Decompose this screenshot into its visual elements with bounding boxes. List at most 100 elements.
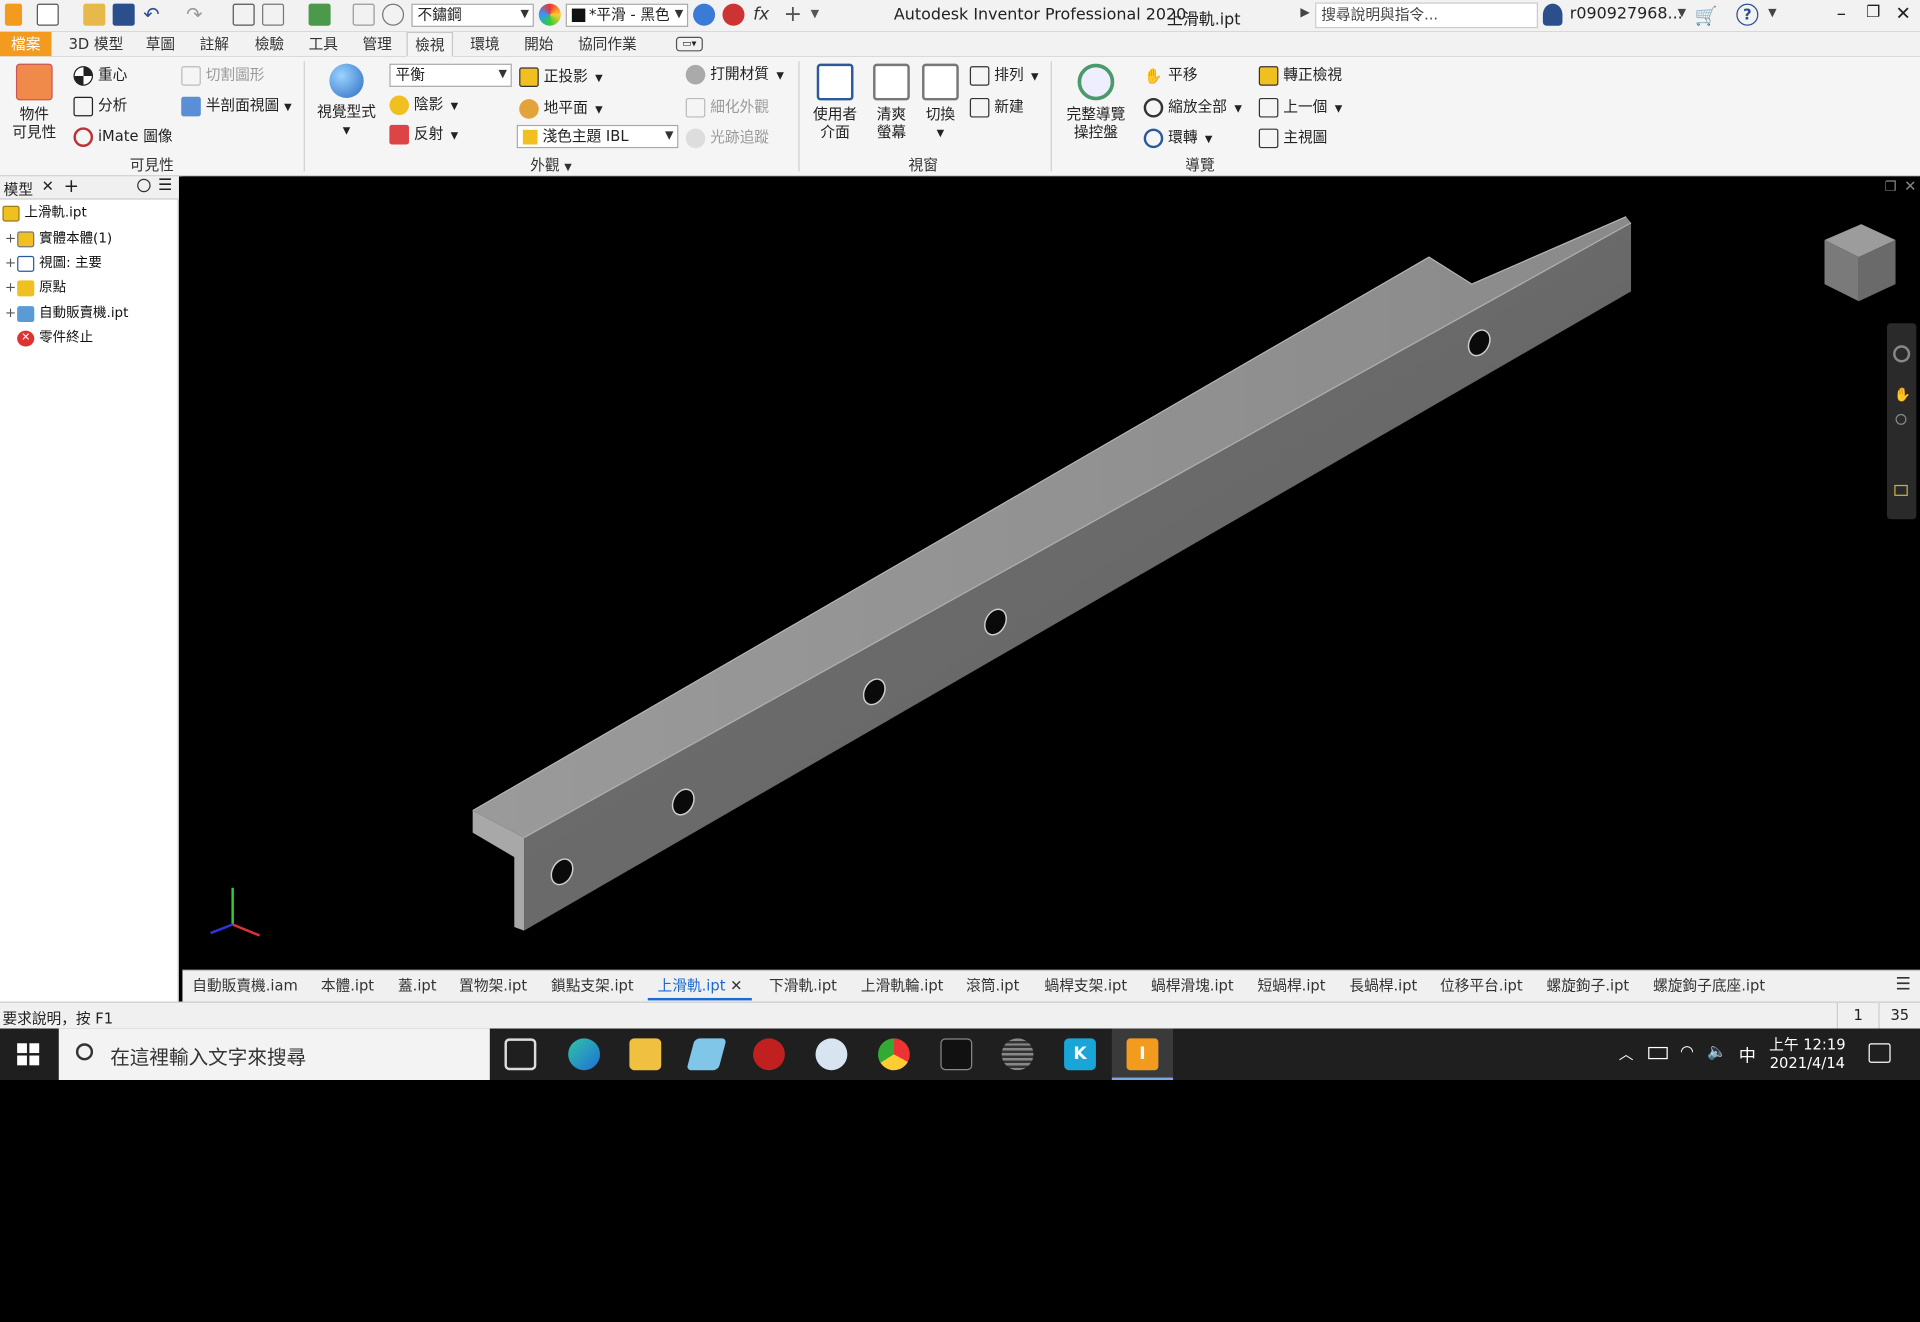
view-cube[interactable] xyxy=(1824,224,1896,302)
app-fan-icon[interactable] xyxy=(815,1038,848,1071)
tab-environments[interactable]: 環境 xyxy=(463,32,507,56)
search-icon[interactable] xyxy=(137,178,151,193)
edge-browser-icon[interactable] xyxy=(568,1038,601,1071)
center-of-gravity-button[interactable]: 重心 xyxy=(73,65,127,86)
tab-tools[interactable]: 工具 xyxy=(301,32,345,56)
tree-item-solid-bodies[interactable]: + 實體本體(1) xyxy=(5,228,112,250)
cart-icon[interactable]: 🛒 xyxy=(1695,5,1718,27)
ime-indicator[interactable]: 中 xyxy=(1739,1043,1756,1067)
tray-chevron-icon[interactable]: ︿ xyxy=(1619,1043,1634,1064)
windows-start-icon[interactable] xyxy=(17,1043,40,1066)
new-window-button[interactable]: 新建 xyxy=(969,97,1024,117)
lighting-style-select[interactable]: 淺色主題 IBL ▼ xyxy=(516,124,679,149)
taskbar-search-input[interactable]: 在這裡輸入文字來搜尋 xyxy=(58,1028,490,1081)
user-interface-button[interactable]: 使用者 介面 xyxy=(808,63,862,142)
clock[interactable]: 上午 12:19 2021/4/14 xyxy=(1768,1033,1846,1072)
app-k-icon[interactable]: K xyxy=(1064,1038,1096,1071)
user-dropdown-icon[interactable]: ▼ xyxy=(1678,7,1686,19)
doc-tab[interactable]: 長蝸桿.ipt xyxy=(1349,973,1417,1000)
tab-annotate[interactable]: 註解 xyxy=(192,32,236,56)
redo-icon[interactable]: ↷ xyxy=(186,3,208,26)
user-name[interactable]: r090927968... xyxy=(1570,5,1683,23)
app-icon[interactable] xyxy=(686,1038,727,1071)
tab-sketch[interactable]: 草圖 xyxy=(138,32,182,56)
look-at-nav-icon[interactable] xyxy=(1894,484,1908,496)
texture-on-button[interactable]: 打開材質 ▼ xyxy=(685,64,784,86)
tab-collaborate[interactable]: 協同作業 xyxy=(571,32,644,56)
pan-button[interactable]: ✋ 平移 xyxy=(1144,65,1197,85)
zoom-nav-icon[interactable] xyxy=(1895,413,1907,425)
look-at-button[interactable]: 轉正檢視 xyxy=(1258,65,1342,86)
globe-icon[interactable] xyxy=(382,3,405,26)
ribbon-display-icon[interactable]: ▭▾ xyxy=(675,36,703,52)
appearance-select[interactable]: *平滑 - 黑色 ▼ xyxy=(565,3,689,27)
doc-tab[interactable]: 自動販賣機.iam xyxy=(192,973,298,1000)
part-model[interactable] xyxy=(182,176,1920,969)
home-icon[interactable] xyxy=(232,3,255,26)
analysis-button[interactable]: 分析 xyxy=(73,96,127,116)
doc-tab[interactable]: 本體.ipt xyxy=(321,973,374,1000)
save-icon[interactable] xyxy=(112,3,135,26)
orbit-button[interactable]: 環轉 ▼ xyxy=(1143,127,1212,149)
adjust-appearance-icon[interactable] xyxy=(693,3,716,26)
file-explorer-icon[interactable] xyxy=(629,1038,662,1071)
plus-icon[interactable]: + xyxy=(784,3,806,26)
browser-title[interactable]: 模型 xyxy=(4,179,33,200)
help-search-input[interactable]: 搜尋說明與指令... xyxy=(1315,2,1538,29)
viewport-close-icon[interactable]: ✕ xyxy=(1904,178,1916,195)
switch-button[interactable]: 切換 ▼ xyxy=(918,63,962,142)
app-sphere-icon[interactable] xyxy=(1001,1038,1034,1071)
tree-item-origin[interactable]: + 原點 xyxy=(5,277,66,299)
full-navigation-wheel-button[interactable]: 完整導覽 操控盤 xyxy=(1060,63,1131,142)
home-view-button[interactable]: 主視圖 xyxy=(1258,127,1327,148)
help-dropdown-icon[interactable]: ▼ xyxy=(1768,7,1776,19)
doc-tab-active[interactable]: 上滑軌.ipt ✕ xyxy=(647,973,753,1001)
object-visibility-button[interactable]: 物件 可見性 xyxy=(7,63,61,142)
parameters-icon[interactable]: fx xyxy=(753,4,775,26)
zoom-all-button[interactable]: 縮放全部 ▼ xyxy=(1143,97,1242,119)
doc-tab[interactable]: 滾筒.ipt xyxy=(966,973,1019,1000)
doc-tab[interactable]: 鎖點支架.ipt xyxy=(551,973,634,1000)
taskbar-inventor-active[interactable]: I xyxy=(1111,1028,1174,1081)
app-red-icon[interactable] xyxy=(753,1038,785,1071)
imate-glyph-button[interactable]: iMate 圖像 xyxy=(73,126,173,147)
material-select[interactable]: 不鏽鋼 ▼ xyxy=(411,3,534,27)
arrange-button[interactable]: 排列 ▼ xyxy=(969,65,1039,87)
user-icon[interactable] xyxy=(1542,3,1563,26)
pan-icon[interactable]: ✋ xyxy=(1894,387,1911,403)
help-icon[interactable]: ? xyxy=(1736,3,1759,26)
doc-tab[interactable]: 置物架.ipt xyxy=(459,973,527,1000)
return-icon[interactable] xyxy=(262,3,285,26)
color-wheel-icon[interactable] xyxy=(538,3,561,26)
graphics-viewport[interactable]: ❐ ✕ ✋ xyxy=(182,176,1920,970)
refine-appearance-button[interactable]: 細化外觀 xyxy=(685,97,769,117)
orthographic-button[interactable]: 正投影 ▼ xyxy=(519,66,603,88)
tab-file[interactable]: 檔案 xyxy=(0,31,52,57)
close-icon[interactable]: ✕ xyxy=(1896,2,1911,24)
doc-tab[interactable]: 蝸桿支架.ipt xyxy=(1044,973,1127,1000)
previous-view-button[interactable]: 上一個 ▼ xyxy=(1258,97,1342,119)
menu-icon[interactable]: ☰ xyxy=(158,176,172,194)
doc-tab[interactable]: 短蝸桿.ipt xyxy=(1258,973,1326,1000)
notification-icon[interactable] xyxy=(1868,1043,1891,1063)
tree-item-derived[interactable]: + 自動販賣機.ipt xyxy=(5,302,128,324)
terminal-icon[interactable] xyxy=(940,1038,973,1071)
shadows-button[interactable]: 陰影 ▼ xyxy=(389,94,458,116)
doc-tab[interactable]: 上滑軌輪.ipt xyxy=(861,973,944,1000)
inventor-app-icon[interactable] xyxy=(4,3,23,26)
appearance-group-label[interactable]: 外觀 ▼ xyxy=(514,154,587,175)
tree-item-view[interactable]: + 視圖: 主要 xyxy=(5,252,102,274)
chevron-right-icon[interactable]: ▶ xyxy=(1300,6,1309,19)
wifi-icon[interactable]: ◠ xyxy=(1680,1043,1694,1061)
minimize-icon[interactable]: – xyxy=(1837,2,1846,24)
doc-tab[interactable]: 位移平台.ipt xyxy=(1440,973,1523,1000)
ground-plane-button[interactable]: 地平面 ▼ xyxy=(519,98,603,120)
doc-tab[interactable]: 螺旋鉤子.ipt xyxy=(1547,973,1630,1000)
select-icon[interactable] xyxy=(352,3,375,26)
battery-icon[interactable] xyxy=(1648,1046,1668,1060)
chrome-icon[interactable] xyxy=(877,1038,910,1071)
update-icon[interactable] xyxy=(308,3,331,26)
ray-tracing-button[interactable]: 光跡追蹤 xyxy=(685,127,769,148)
task-view-icon[interactable] xyxy=(504,1038,537,1071)
doc-tab[interactable]: 蓋.ipt xyxy=(398,973,437,1000)
